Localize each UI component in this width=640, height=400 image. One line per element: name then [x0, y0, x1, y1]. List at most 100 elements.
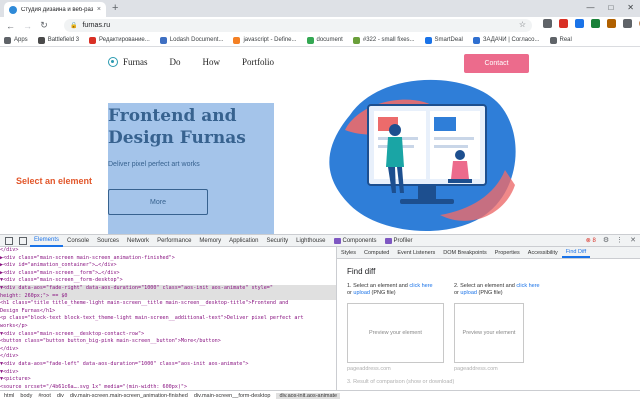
forward-arrow-icon[interactable]: → — [23, 21, 32, 31]
address-bar[interactable]: 🔒 furnas.ru ☆ — [64, 19, 532, 32]
bookmark-item[interactable]: javascript - Define... — [233, 36, 297, 44]
devtools-tab-performance[interactable]: Performance — [153, 235, 195, 247]
sidebar-tab-find-diff[interactable]: Find Diff — [561, 247, 591, 258]
dom-node-line[interactable]: </div> — [0, 353, 336, 361]
dom-node-line[interactable]: ▼<picture> — [0, 376, 336, 384]
extension-icon[interactable] — [607, 19, 616, 28]
lock-icon[interactable]: 🔒 — [70, 22, 77, 29]
dom-node-line[interactable]: ▶<div id="animation_container">…</div> — [0, 262, 336, 270]
devtools-tab-sources[interactable]: Sources — [93, 235, 123, 247]
breadcrumb-item[interactable]: html — [4, 393, 14, 399]
preview-box-2[interactable]: Preview your element — [454, 303, 524, 363]
bookmark-label: Lodash Document... — [169, 37, 224, 43]
step-1-text: 1. Select an element and — [347, 283, 408, 289]
dom-node-line[interactable]: </div> — [0, 346, 336, 354]
extension-icon[interactable] — [559, 19, 568, 28]
dom-node-line[interactable]: <button class="button button_big-pink ma… — [0, 338, 336, 346]
devtools-tab-security[interactable]: Security — [262, 235, 292, 247]
step-2-upload-link[interactable]: upload — [460, 290, 477, 296]
devtools-tab-components[interactable]: Components — [330, 235, 381, 247]
dom-node-line[interactable]: ▶<div class="main-screen main-screen_ani… — [0, 255, 336, 263]
bookmark-item[interactable]: Lodash Document... — [159, 36, 224, 44]
nav-link-how[interactable]: How — [203, 57, 221, 67]
extension-icon[interactable] — [575, 19, 584, 28]
reload-icon[interactable]: ↻ — [40, 20, 48, 31]
bookmark-favicon-icon — [4, 36, 11, 44]
dom-node-line[interactable]: <p class="block-text block-text_theme-li… — [0, 315, 336, 323]
dom-node-line[interactable]: ▶<div class="main-screen__form">…</div> — [0, 270, 336, 278]
sidebar-tab-dom-breakpoints[interactable]: DOM Breakpoints — [439, 247, 490, 258]
dom-node-line[interactable]: ▼<div> — [0, 369, 336, 377]
dom-node-line[interactable]: <h1 class="title title_theme-light main-… — [0, 300, 336, 308]
dom-node-line[interactable]: works</p> — [0, 323, 336, 331]
dom-node-line[interactable]: ▼<div data-aos="fade-right" data-aos-dur… — [0, 284, 336, 293]
maximize-button[interactable]: □ — [608, 3, 613, 12]
devtools-tab-lighthouse[interactable]: Lighthouse — [292, 235, 329, 247]
minimize-button[interactable]: — — [586, 3, 594, 12]
sidebar-tab-styles[interactable]: Styles — [337, 247, 360, 258]
bookmark-item[interactable]: Редактирование... — [89, 36, 150, 44]
breadcrumb-item[interactable]: div — [57, 393, 64, 399]
bookmark-item[interactable]: Real — [549, 36, 572, 44]
bookmark-item[interactable]: #322 - small fixes... — [352, 36, 415, 44]
contact-button[interactable]: Contact — [464, 54, 529, 73]
step-1-upload-link[interactable]: upload — [353, 290, 370, 296]
sidebar-tab-computed[interactable]: Computed — [360, 247, 393, 258]
hero-title-line-1: Frontend and — [108, 106, 237, 126]
step-1-click-here-link[interactable]: click here — [409, 283, 432, 289]
bookmark-item[interactable]: Apps — [4, 36, 28, 44]
settings-gear-icon[interactable]: ⚙ — [603, 236, 609, 244]
dom-node-line[interactable]: Design Furnas</h1> — [0, 308, 336, 316]
devtools-tab-application[interactable]: Application — [225, 235, 262, 247]
hero-subtitle: Deliver pixel perfect art works — [108, 161, 200, 168]
inspect-element-icon[interactable] — [5, 236, 13, 245]
breadcrumb-item[interactable]: body — [20, 393, 32, 399]
more-button[interactable]: More — [108, 189, 208, 215]
devtools-right-controls: ⊗ 8 ⚙ ⋮ ✕ — [586, 236, 636, 244]
devtools-tab-memory[interactable]: Memory — [195, 235, 225, 247]
elements-dom-tree[interactable]: </div> ▶<div class="main-screen main-scre… — [0, 247, 337, 390]
breadcrumb-item[interactable]: div.aos-init.aos-animate — [276, 392, 341, 399]
devtools-menu-icon[interactable]: ⋮ — [616, 236, 623, 244]
close-window-button[interactable]: ✕ — [627, 3, 634, 12]
dom-node-line[interactable]: ▼<div data-aos="fade-left" data-aos-dura… — [0, 361, 336, 369]
close-tab-icon[interactable]: × — [97, 6, 101, 13]
devtools-tab-network[interactable]: Network — [123, 235, 153, 247]
bookmark-item[interactable]: Battlefield 3 — [37, 36, 79, 44]
find-diff-step-2: 2. Select an element and click here or u… — [454, 283, 554, 297]
device-toolbar-icon[interactable] — [19, 236, 27, 245]
close-devtools-icon[interactable]: ✕ — [630, 236, 636, 244]
error-count: 8 — [592, 237, 596, 244]
bookmark-item[interactable]: ЗАДАЧИ | Согласо... — [472, 36, 540, 44]
breadcrumb-item[interactable]: div.main-screen.main-screen_animation-fi… — [70, 393, 188, 399]
extension-icon[interactable] — [591, 19, 600, 28]
dom-node-line[interactable]: height: 260px;"> == $0 — [0, 292, 336, 301]
new-tab-button[interactable]: + — [112, 2, 118, 15]
sidebar-tab-event-listeners[interactable]: Event Listeners — [393, 247, 439, 258]
sidebar-tab-properties[interactable]: Properties — [491, 247, 524, 258]
browser-tab[interactable]: Студия дизайна и веб-разра × — [4, 2, 106, 17]
devtools-tab-elements[interactable]: Elements — [30, 235, 64, 247]
nav-link-portfolio[interactable]: Portfolio — [242, 57, 274, 67]
back-arrow-icon[interactable]: ← — [6, 21, 15, 31]
site-logo[interactable]: Furnas — [108, 57, 148, 67]
puzzle-extensions-icon[interactable] — [623, 19, 632, 28]
dom-node-line[interactable]: ▼<div class="main-screen__form-desktop"> — [0, 277, 336, 285]
bookmark-favicon-icon — [89, 36, 97, 44]
dom-node-line[interactable]: ▼<div class="main-screen__desktop-contac… — [0, 331, 336, 339]
extension-icon[interactable] — [543, 19, 552, 28]
breadcrumb-item[interactable]: div.main-screen__form-desktop — [194, 393, 271, 399]
preview-box-1[interactable]: Preview your element — [347, 303, 444, 363]
bookmark-item[interactable]: document — [306, 36, 343, 44]
devtools-tab-console[interactable]: Console — [63, 235, 93, 247]
sidebar-tab-accessibility[interactable]: Accessibility — [524, 247, 562, 258]
url-text[interactable]: furnas.ru — [82, 22, 110, 29]
bookmark-star-icon[interactable]: ☆ — [519, 20, 526, 29]
breadcrumb-item[interactable]: #root — [38, 393, 51, 399]
nav-link-do[interactable]: Do — [170, 57, 181, 67]
devtools-tab-profiler[interactable]: Profiler — [381, 235, 417, 247]
bookmark-item[interactable]: SmartDeal — [424, 36, 463, 44]
step-2-click-here-link[interactable]: click here — [516, 283, 539, 289]
error-count-badge[interactable]: ⊗ 8 — [586, 237, 596, 244]
dom-node-line[interactable]: </div> — [0, 247, 336, 255]
